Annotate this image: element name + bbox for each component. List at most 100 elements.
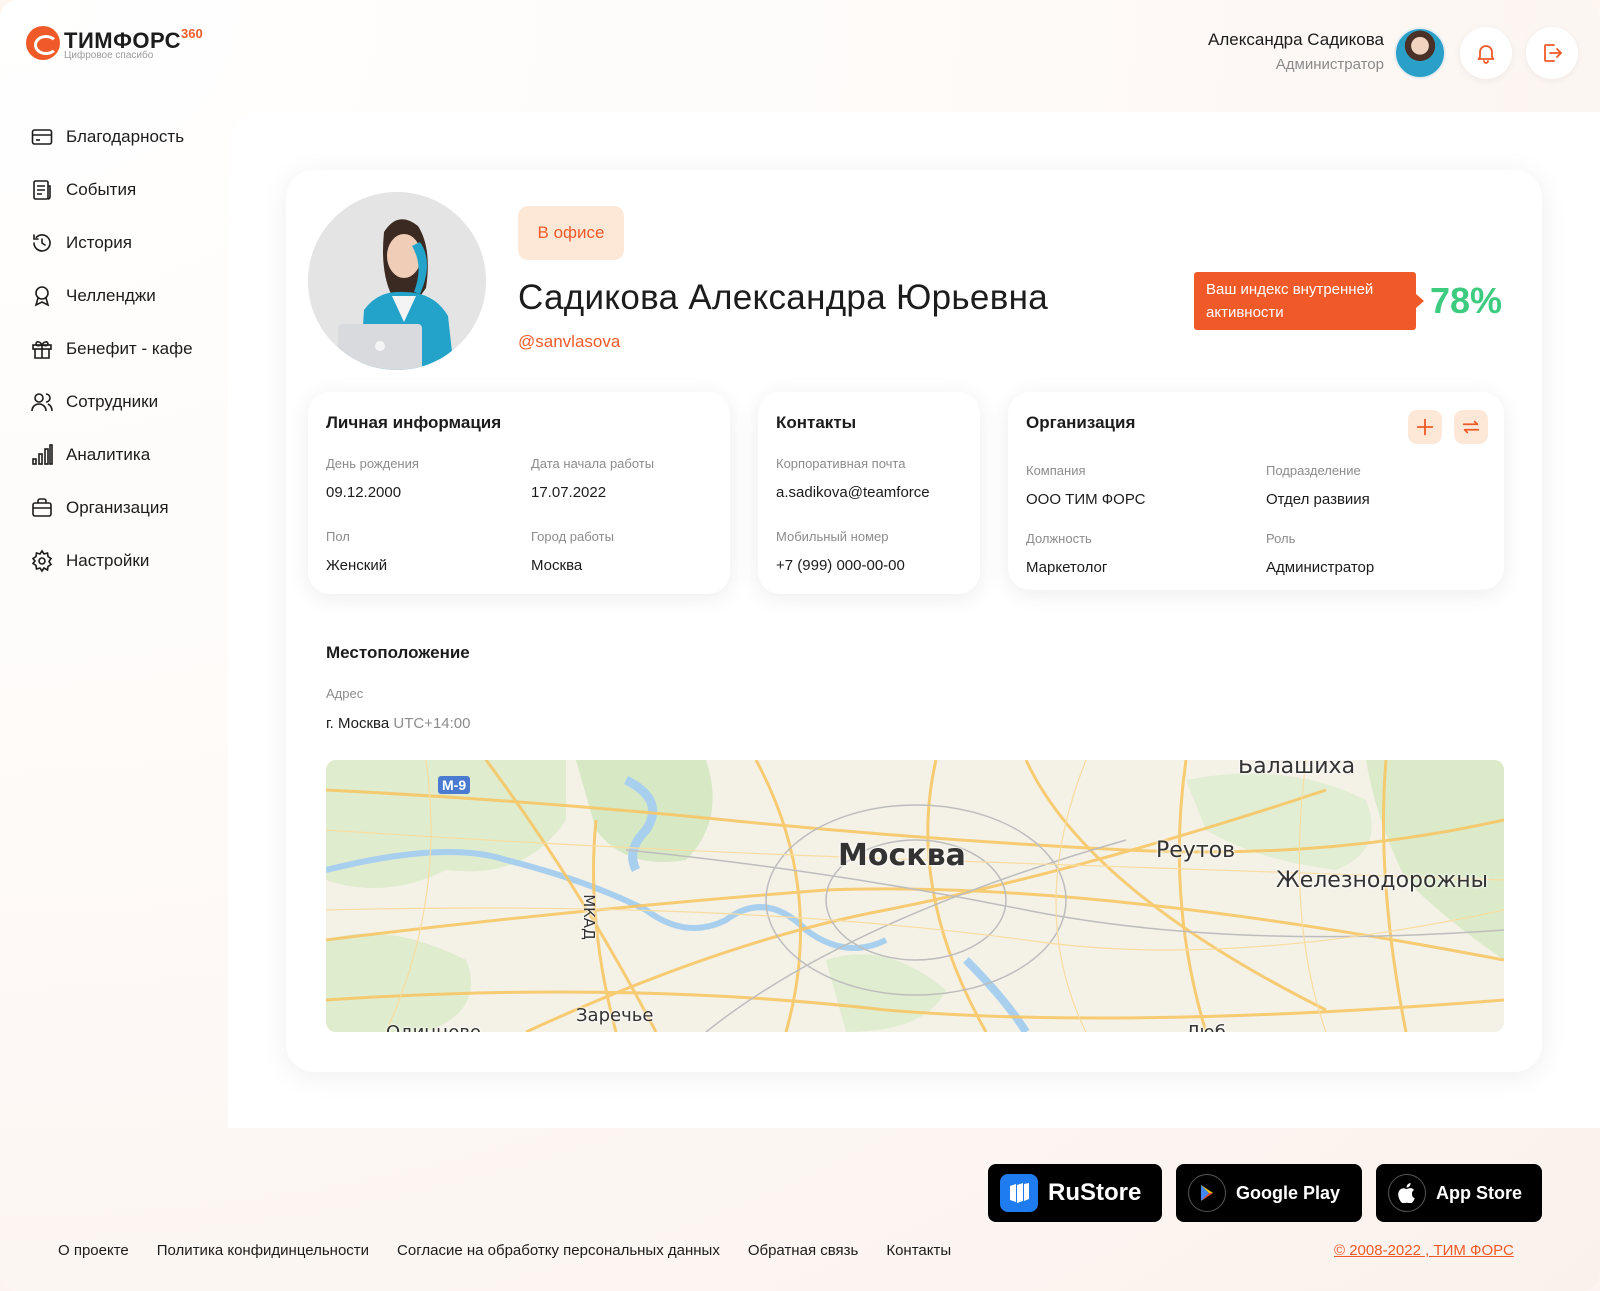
- department-label: Подразделение: [1266, 463, 1361, 478]
- position-value: Маркетолог: [1026, 559, 1108, 576]
- address-label: Адрес: [326, 686, 364, 701]
- start-date-value: 17.07.2022: [531, 484, 607, 501]
- sidebar-item-label: Организация: [66, 497, 169, 517]
- organization-title: Организация: [1026, 413, 1136, 432]
- sidebar-item-settings[interactable]: Настройки: [30, 534, 193, 587]
- avatar[interactable]: [1394, 27, 1446, 79]
- map-canvas: [326, 760, 1504, 1032]
- card-icon: [31, 128, 53, 145]
- logo-icon: [26, 26, 60, 60]
- role-value: Администратор: [1266, 559, 1375, 576]
- activity-index-value: 78%: [1430, 280, 1503, 321]
- bell-icon: [1477, 45, 1495, 64]
- swap-icon: [1462, 420, 1480, 434]
- user-name: Александра Садикова: [1208, 30, 1384, 49]
- footer-link-about[interactable]: О проекте: [58, 1242, 129, 1259]
- user-role: Администратор: [1275, 56, 1384, 73]
- medal-icon: [34, 285, 50, 307]
- footer-link-consent[interactable]: Согласие на обработку персональных данны…: [397, 1242, 720, 1259]
- notifications-button[interactable]: [1460, 27, 1512, 79]
- status-badge: В офисе: [518, 206, 624, 260]
- phone-value[interactable]: +7 (999) 000-00-00: [776, 557, 905, 574]
- location-map[interactable]: M-9 Москва Балашиха Реутов Железнодорожн…: [326, 760, 1504, 1032]
- birthday-label: День рождения: [326, 456, 419, 471]
- contacts-title: Контакты: [776, 413, 857, 432]
- map-label-lyubertsy: Люб: [1186, 1022, 1226, 1032]
- personal-info-title: Личная информация: [326, 413, 502, 432]
- map-label-mkad: МКАД: [579, 894, 598, 940]
- google-play-button[interactable]: Google Play: [1176, 1164, 1362, 1222]
- briefcase-icon: [32, 497, 52, 517]
- sidebar-item-employees[interactable]: Сотрудники: [30, 375, 193, 428]
- sidebar-item-challenges[interactable]: Челленджи: [30, 269, 193, 322]
- gift-icon: [32, 340, 52, 359]
- users-icon: [31, 392, 53, 411]
- sidebar-item-label: Аналитика: [66, 444, 151, 464]
- map-label-odintsovo: Одинцово: [386, 1022, 481, 1032]
- footer-link-feedback[interactable]: Обратная связь: [748, 1242, 859, 1259]
- phone-label: Мобильный номер: [776, 529, 889, 544]
- rustore-button[interactable]: RuStore: [988, 1164, 1162, 1222]
- work-city-value: Москва: [531, 557, 583, 574]
- profile-username[interactable]: @sanvlasova: [518, 332, 620, 352]
- logout-button[interactable]: [1526, 27, 1578, 79]
- footer-link-privacy[interactable]: Политика конфидинцельности: [157, 1242, 369, 1259]
- email-value[interactable]: a.sadikova@teamforce: [776, 484, 930, 501]
- user-info[interactable]: Александра Садикова Администратор: [1208, 28, 1384, 73]
- birthday-value: 09.12.2000: [326, 484, 402, 501]
- map-road-badge: M-9: [438, 776, 471, 794]
- google-play-label: Google Play: [1236, 1182, 1341, 1203]
- sidebar-item-label: Благодарность: [66, 126, 185, 146]
- activity-index-label: Ваш индекс внутренней активности: [1194, 272, 1424, 330]
- address-value: г. Москва UTC+14:00: [326, 715, 470, 732]
- sidebar-item-label: Сотрудники: [66, 391, 159, 411]
- email-label: Корпоративная почта: [776, 456, 906, 471]
- sidebar-item-gratitude[interactable]: Благодарность: [30, 110, 193, 163]
- sidebar-item-label: События: [66, 179, 137, 199]
- rustore-icon: [1000, 1174, 1038, 1212]
- position-label: Должность: [1026, 531, 1092, 546]
- sidebar-item-analytics[interactable]: Аналитика: [30, 428, 193, 481]
- sidebar-item-label: Настройки: [66, 550, 150, 570]
- sidebar-item-events[interactable]: События: [30, 163, 193, 216]
- sidebar-item-benefit-cafe[interactable]: Бенефит - кафе: [30, 322, 193, 375]
- sidebar-item-label: Бенефит - кафе: [66, 338, 193, 358]
- footer-link-contacts[interactable]: Контакты: [886, 1242, 951, 1259]
- start-date-label: Дата начала работы: [531, 456, 655, 471]
- map-label-reutov: Реутов: [1156, 838, 1236, 863]
- work-city-label: Город работы: [531, 529, 614, 544]
- map-city-label: Москва: [838, 838, 966, 873]
- profile-photo: [308, 192, 486, 370]
- switch-organization-button[interactable]: [1454, 410, 1488, 444]
- rustore-label: RuStore: [1048, 1179, 1142, 1206]
- apple-icon: [1388, 1174, 1426, 1212]
- logo[interactable]: ТИМФОРС360 Цифровое спасибо: [26, 26, 203, 61]
- sidebar-item-label: История: [66, 232, 132, 252]
- map-label-balashikha: Балашиха: [1238, 760, 1356, 779]
- sidebar-item-history[interactable]: История: [30, 216, 193, 269]
- app-store-label: App Store: [1436, 1182, 1523, 1203]
- copyright-link[interactable]: © 2008-2022 , ТИМ ФОРС: [1334, 1242, 1514, 1259]
- logo-tagline: Цифровое спасибо: [64, 50, 154, 61]
- sidebar: Благодарность События История Челленджи …: [30, 110, 193, 587]
- google-play-icon: [1188, 1174, 1226, 1212]
- gender-value: Женский: [326, 557, 388, 574]
- plus-icon: [1416, 418, 1434, 436]
- company-label: Компания: [1026, 463, 1086, 478]
- logo-sup: 360: [180, 26, 203, 41]
- add-organization-button[interactable]: [1408, 410, 1442, 444]
- map-label-zarechye: Заречье: [576, 1005, 654, 1026]
- footer-links: О проекте Политика конфидинцельности Сог…: [58, 1242, 951, 1259]
- timezone: UTC+14:00: [393, 715, 471, 732]
- address-city: г. Москва: [326, 715, 390, 732]
- logout-icon: [1544, 44, 1562, 62]
- news-icon: [33, 179, 51, 200]
- app-store-button[interactable]: App Store: [1376, 1164, 1542, 1222]
- role-label: Роль: [1266, 531, 1296, 546]
- map-label-zheleznodorozhny: Железнодорожны: [1276, 868, 1489, 893]
- history-icon: [33, 233, 51, 252]
- department-value: Отдел развиия: [1266, 491, 1370, 508]
- location-title: Местоположение: [326, 643, 470, 662]
- profile-full-name: Садикова Александра Юрьевна: [518, 278, 1048, 317]
- sidebar-item-organization[interactable]: Организация: [30, 481, 193, 534]
